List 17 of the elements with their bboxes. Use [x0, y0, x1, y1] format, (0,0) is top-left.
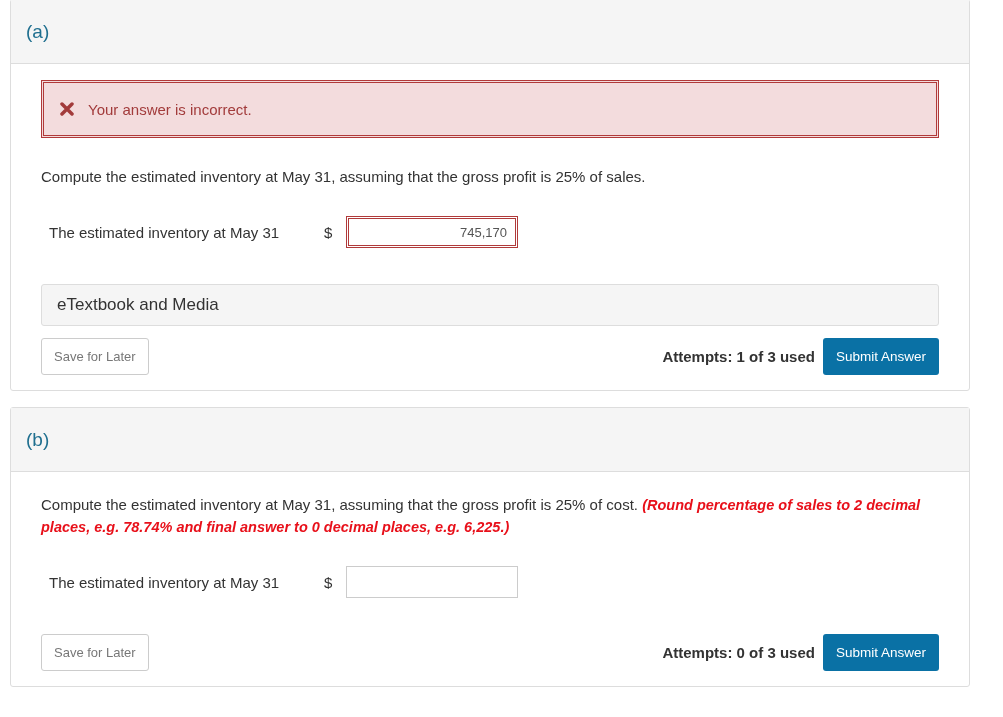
save-for-later-button[interactable]: Save for Later: [41, 634, 149, 671]
answer-field[interactable]: 745,170: [346, 216, 518, 248]
attempts-text: Attempts: 1 of 3 used: [662, 348, 815, 365]
submit-answer-button[interactable]: Submit Answer: [822, 634, 939, 671]
answer-label: The estimated inventory at May 31: [49, 223, 281, 241]
question-text: Compute the estimated inventory at May 31, assuming that the gross profit is 25% of cost. (Round percentage of sales to 2 decimal places, e.g. 78.74% and final answer to 0 decimal places, e.g. 6,225.): [41, 495, 922, 537]
etextbook-bar[interactable]: eTextbook and Media: [41, 284, 939, 326]
part-label: (a): [26, 20, 50, 43]
question-text: Compute the estimated inventory at May 31, assuming that the gross profit is 25% of sales.: [41, 167, 647, 187]
attempts-text: Attempts: 0 of 3 used: [662, 644, 815, 661]
error-message: Your answer is incorrect.: [88, 100, 252, 118]
submit-answer-button[interactable]: Submit Answer: [822, 338, 939, 375]
save-for-later-button[interactable]: Save for Later: [41, 338, 149, 375]
answer-label: The estimated inventory at May 31: [49, 573, 281, 591]
currency-symbol: $: [324, 223, 334, 241]
part-label: (b): [26, 428, 50, 451]
currency-symbol: $: [324, 573, 334, 591]
